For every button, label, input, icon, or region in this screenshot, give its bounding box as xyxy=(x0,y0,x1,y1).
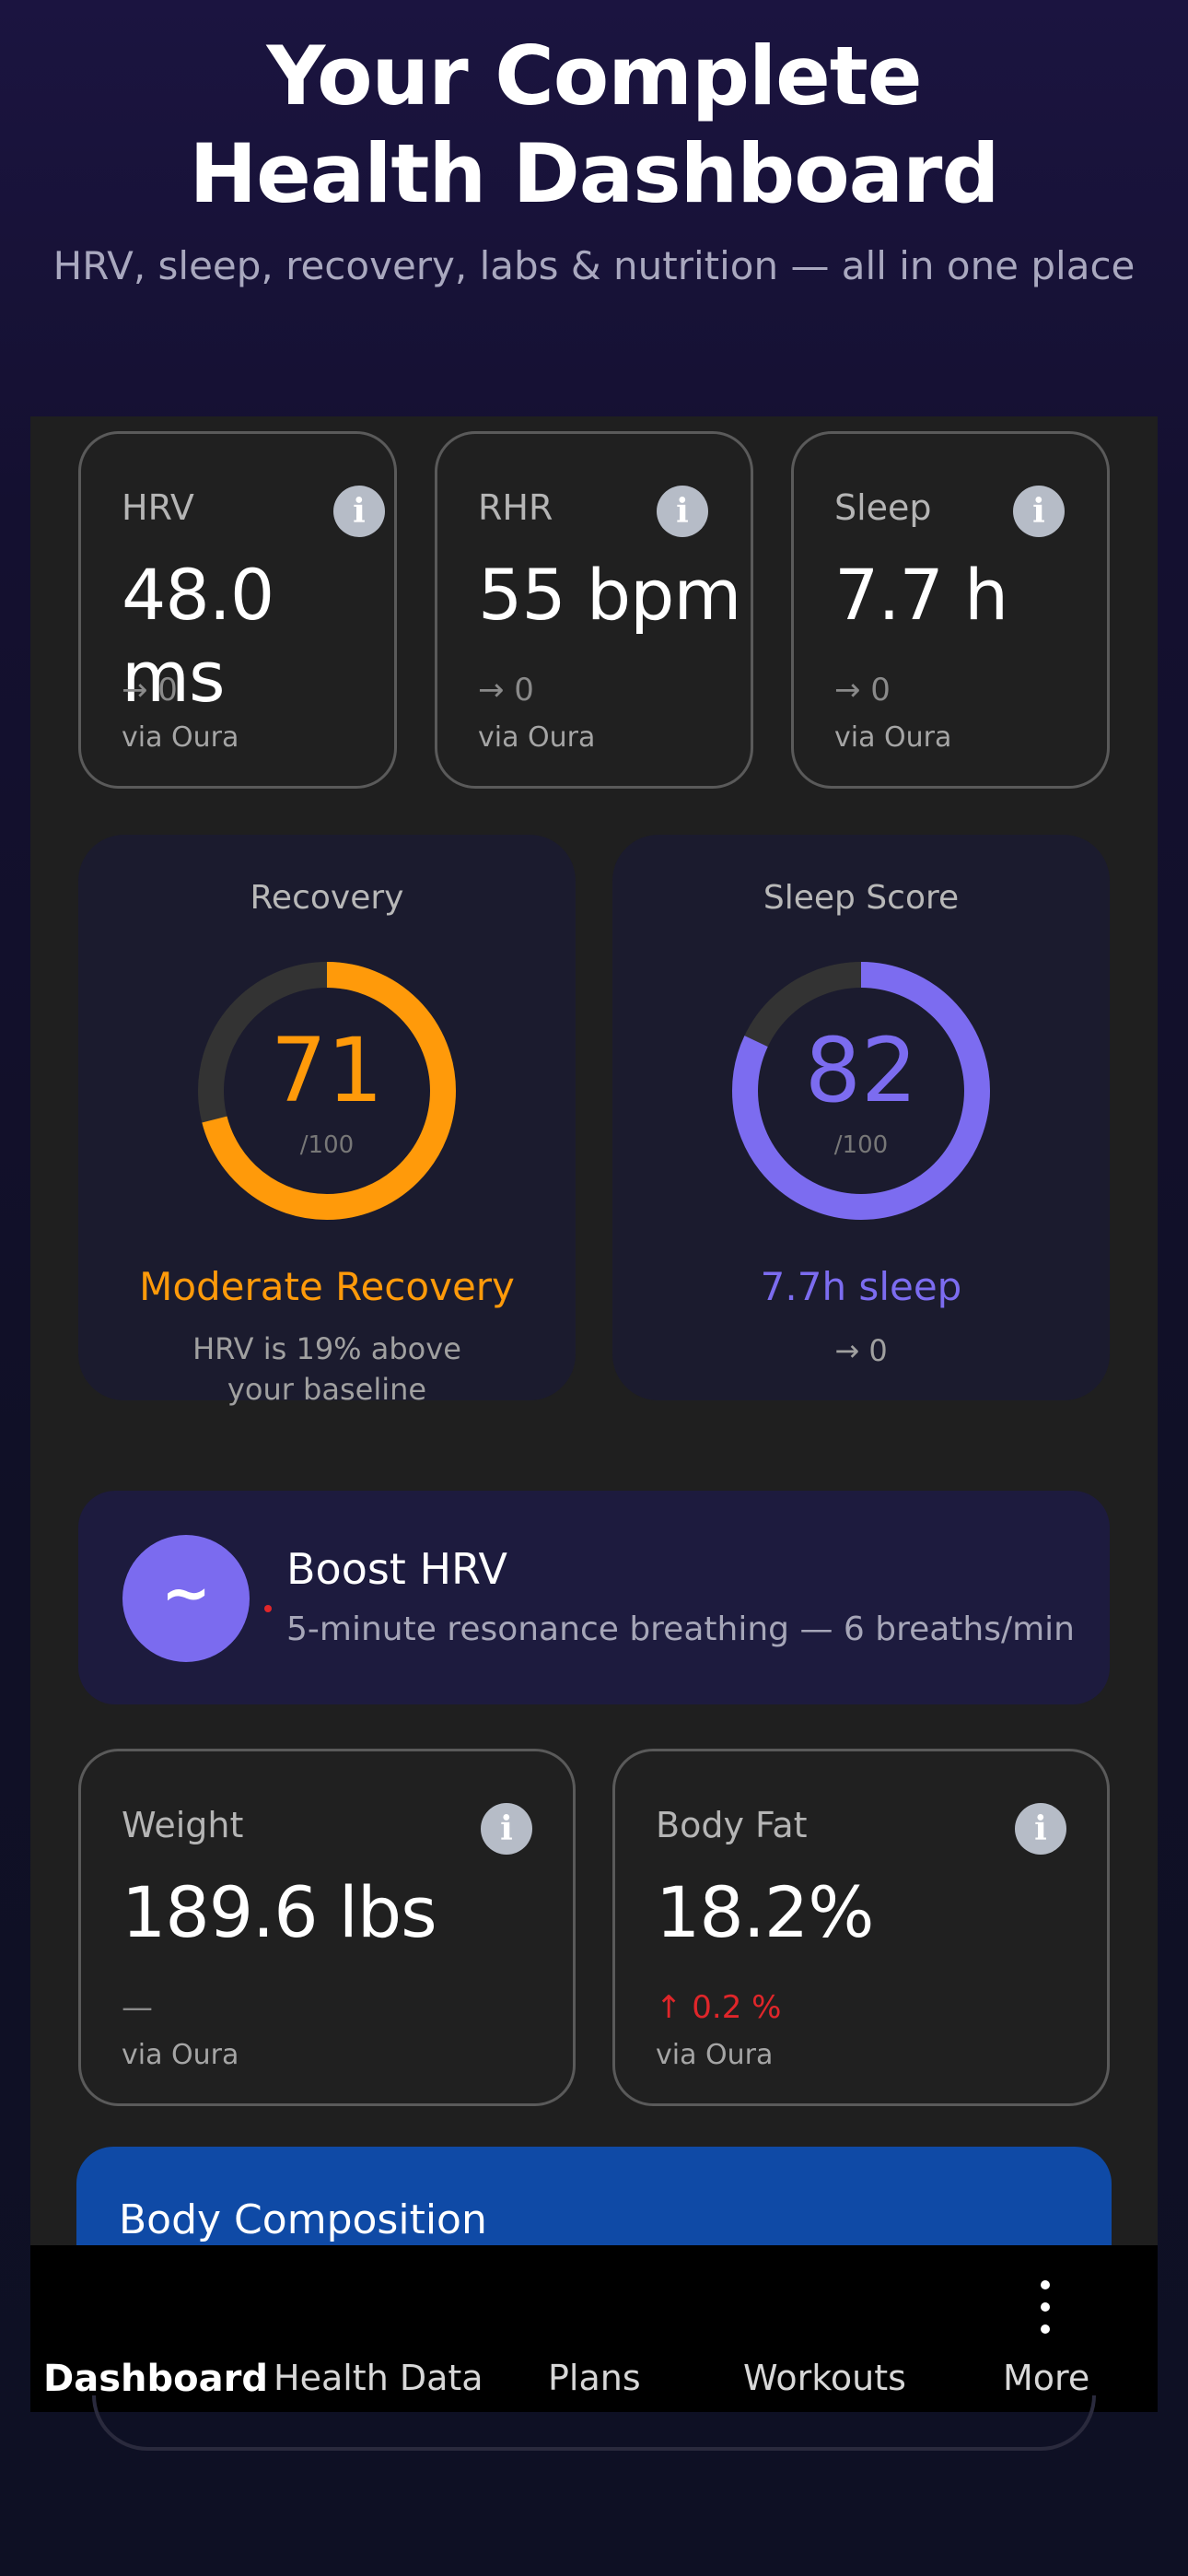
metric-label: Sleep xyxy=(834,487,932,528)
info-icon[interactable]: i xyxy=(1013,486,1065,537)
metric-value: 18.2% xyxy=(656,1871,874,1953)
bottom-nav: Dashboard Health Data Plans Workouts Mor… xyxy=(30,2245,1158,2412)
metric-trend: → 0 xyxy=(834,672,891,708)
boost-title: Boost HRV xyxy=(286,1544,507,1594)
info-icon[interactable]: i xyxy=(333,486,385,537)
metric-value: 7.7 h xyxy=(834,554,1008,636)
metric-label: RHR xyxy=(478,487,553,528)
device-frame xyxy=(92,2395,1096,2451)
metric-label: Body Fat xyxy=(656,1805,808,1845)
notification-dot xyxy=(264,1605,272,1612)
info-icon[interactable]: i xyxy=(657,486,708,537)
recovery-title: Recovery xyxy=(250,879,404,917)
metric-card-weight[interactable]: Weight i 189.6 lbs — via Oura xyxy=(78,1749,576,2106)
metric-source: via Oura xyxy=(122,2039,239,2071)
nav-more[interactable]: More xyxy=(1003,2358,1089,2398)
nav-dashboard[interactable]: Dashboard xyxy=(43,2358,268,2400)
hero-subtitle: HRV, sleep, recovery, labs & nutrition —… xyxy=(52,243,1136,288)
metric-trend: ↑ 0.2 % xyxy=(656,1989,782,2026)
metric-card-rhr[interactable]: RHR i 55 bpm → 0 via Oura xyxy=(435,431,753,789)
nav-plans[interactable]: Plans xyxy=(548,2358,641,2398)
sleep-score-trend: → 0 xyxy=(834,1333,888,1368)
recovery-panel[interactable]: Recovery 71 /100 Moderate Recovery HRV i… xyxy=(78,835,576,1407)
sleep-score-title: Sleep Score xyxy=(763,879,960,917)
metric-source: via Oura xyxy=(478,721,596,754)
nav-workouts[interactable]: Workouts xyxy=(743,2358,906,2398)
wave-icon: ~ xyxy=(122,1535,250,1662)
info-icon[interactable]: i xyxy=(481,1803,532,1855)
boost-hrv-card[interactable]: ~ Boost HRV 5-minute resonance breathing… xyxy=(78,1491,1110,1704)
body-composition-title: Body Composition xyxy=(119,2196,487,2243)
boost-subtitle: 5-minute resonance breathing — 6 breaths… xyxy=(286,1610,1076,1648)
metric-label: Weight xyxy=(122,1805,244,1845)
more-vertical-icon[interactable] xyxy=(1036,2280,1054,2336)
metric-value: 55 bpm xyxy=(478,554,741,636)
metric-card-body-fat[interactable]: Body Fat i 18.2% ↑ 0.2 % via Oura xyxy=(612,1749,1110,2106)
nav-health-data[interactable]: Health Data xyxy=(274,2358,483,2398)
metric-trend: → 0 xyxy=(122,672,178,708)
sleep-score-panel[interactable]: Sleep Score 82 /100 7.7h sleep → 0 xyxy=(612,835,1110,1400)
hero-title-line1: Your Complete xyxy=(266,29,922,123)
sleep-score-status: 7.7h sleep xyxy=(760,1264,962,1309)
sleep-score-value: 82 xyxy=(804,1019,918,1122)
metric-card-hrv[interactable]: HRV i 48.0 ms → 0 via Oura xyxy=(78,431,397,789)
metric-trend: → 0 xyxy=(478,672,534,708)
app-screen: HRV i 48.0 ms → 0 via Oura RHR i 55 bpm … xyxy=(30,416,1158,2412)
info-icon[interactable]: i xyxy=(1015,1803,1066,1855)
metric-value: 189.6 lbs xyxy=(122,1871,437,1953)
metric-card-sleep[interactable]: Sleep i 7.7 h → 0 via Oura xyxy=(791,431,1110,789)
hero-title-line2: Health Dashboard xyxy=(189,126,1000,221)
recovery-max: /100 xyxy=(299,1131,355,1159)
metric-label: HRV xyxy=(122,487,194,528)
recovery-status: Moderate Recovery xyxy=(139,1264,515,1309)
sleep-score-max: /100 xyxy=(833,1131,889,1159)
metric-source: via Oura xyxy=(834,721,952,754)
recovery-description: HRV is 19% above your baseline xyxy=(192,1331,461,1407)
metric-source: via Oura xyxy=(656,2039,774,2071)
metric-source: via Oura xyxy=(122,721,239,754)
hero-title: Your Complete Health Dashboard xyxy=(0,28,1188,223)
metric-trend: — xyxy=(122,1989,153,2026)
recovery-score: 71 xyxy=(270,1019,384,1122)
